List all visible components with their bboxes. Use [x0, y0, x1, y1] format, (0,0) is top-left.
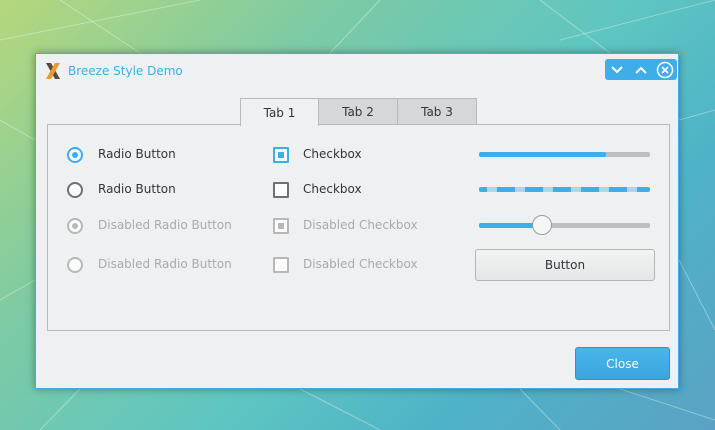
busy-stripe — [487, 187, 497, 192]
title-bar[interactable]: Breeze Style Demo — [36, 54, 678, 88]
checkbox-label: Disabled Checkbox — [303, 257, 418, 271]
checkbox-indicator — [273, 218, 289, 234]
push-button[interactable]: Button — [475, 249, 655, 281]
push-button-label: Button — [544, 258, 586, 272]
close-button[interactable]: Close — [575, 347, 670, 380]
progress-bar — [479, 152, 650, 157]
tab-1-label: Tab 1 — [263, 105, 296, 120]
checkbox-label: Checkbox — [303, 147, 362, 161]
minimize-icon — [611, 65, 623, 73]
tab-panel: Radio Button Radio Button Disabled Radio… — [47, 124, 670, 331]
window-controls — [605, 59, 677, 80]
checkbox-indicator[interactable] — [273, 182, 289, 198]
checkbox-indicator[interactable] — [273, 147, 289, 163]
slider[interactable] — [479, 215, 650, 235]
minimize-button[interactable] — [606, 59, 628, 80]
radio-indicator[interactable] — [67, 147, 83, 163]
busy-stripe — [627, 187, 637, 192]
tab-1[interactable]: Tab 1 — [240, 98, 319, 126]
close-icon — [656, 61, 674, 78]
tab-2[interactable]: Tab 2 — [318, 98, 398, 124]
maximize-icon — [635, 66, 647, 74]
slider-handle[interactable] — [532, 215, 553, 235]
busy-stripe — [599, 187, 609, 192]
checkbox-label: Checkbox — [303, 182, 362, 196]
maximize-button[interactable] — [630, 59, 652, 80]
window-title: Breeze Style Demo — [68, 64, 183, 78]
radio-indicator[interactable] — [67, 182, 83, 198]
radio-indicator — [67, 257, 83, 273]
radio-label: Disabled Radio Button — [98, 257, 232, 271]
tab-3-label: Tab 3 — [421, 104, 453, 119]
radio-indicator — [67, 218, 83, 234]
busy-progress-bar — [479, 187, 650, 192]
busy-stripe — [543, 187, 553, 192]
close-button-label: Close — [606, 356, 639, 371]
progress-fill — [479, 152, 606, 157]
radio-label: Radio Button — [98, 182, 176, 196]
busy-stripe — [571, 187, 581, 192]
tab-3[interactable]: Tab 3 — [397, 98, 477, 124]
checkbox-indicator — [273, 257, 289, 273]
x-logo-icon — [46, 63, 60, 79]
checkbox-label: Disabled Checkbox — [303, 218, 418, 232]
close-window-button[interactable] — [654, 59, 676, 80]
radio-label: Radio Button — [98, 147, 176, 161]
radio-label: Disabled Radio Button — [98, 218, 232, 232]
tab-2-label: Tab 2 — [342, 104, 374, 119]
busy-stripe — [515, 187, 525, 192]
dialog-window: Breeze Style Demo Tab 1 Tab 2 Tab 3 Radi… — [35, 53, 679, 389]
